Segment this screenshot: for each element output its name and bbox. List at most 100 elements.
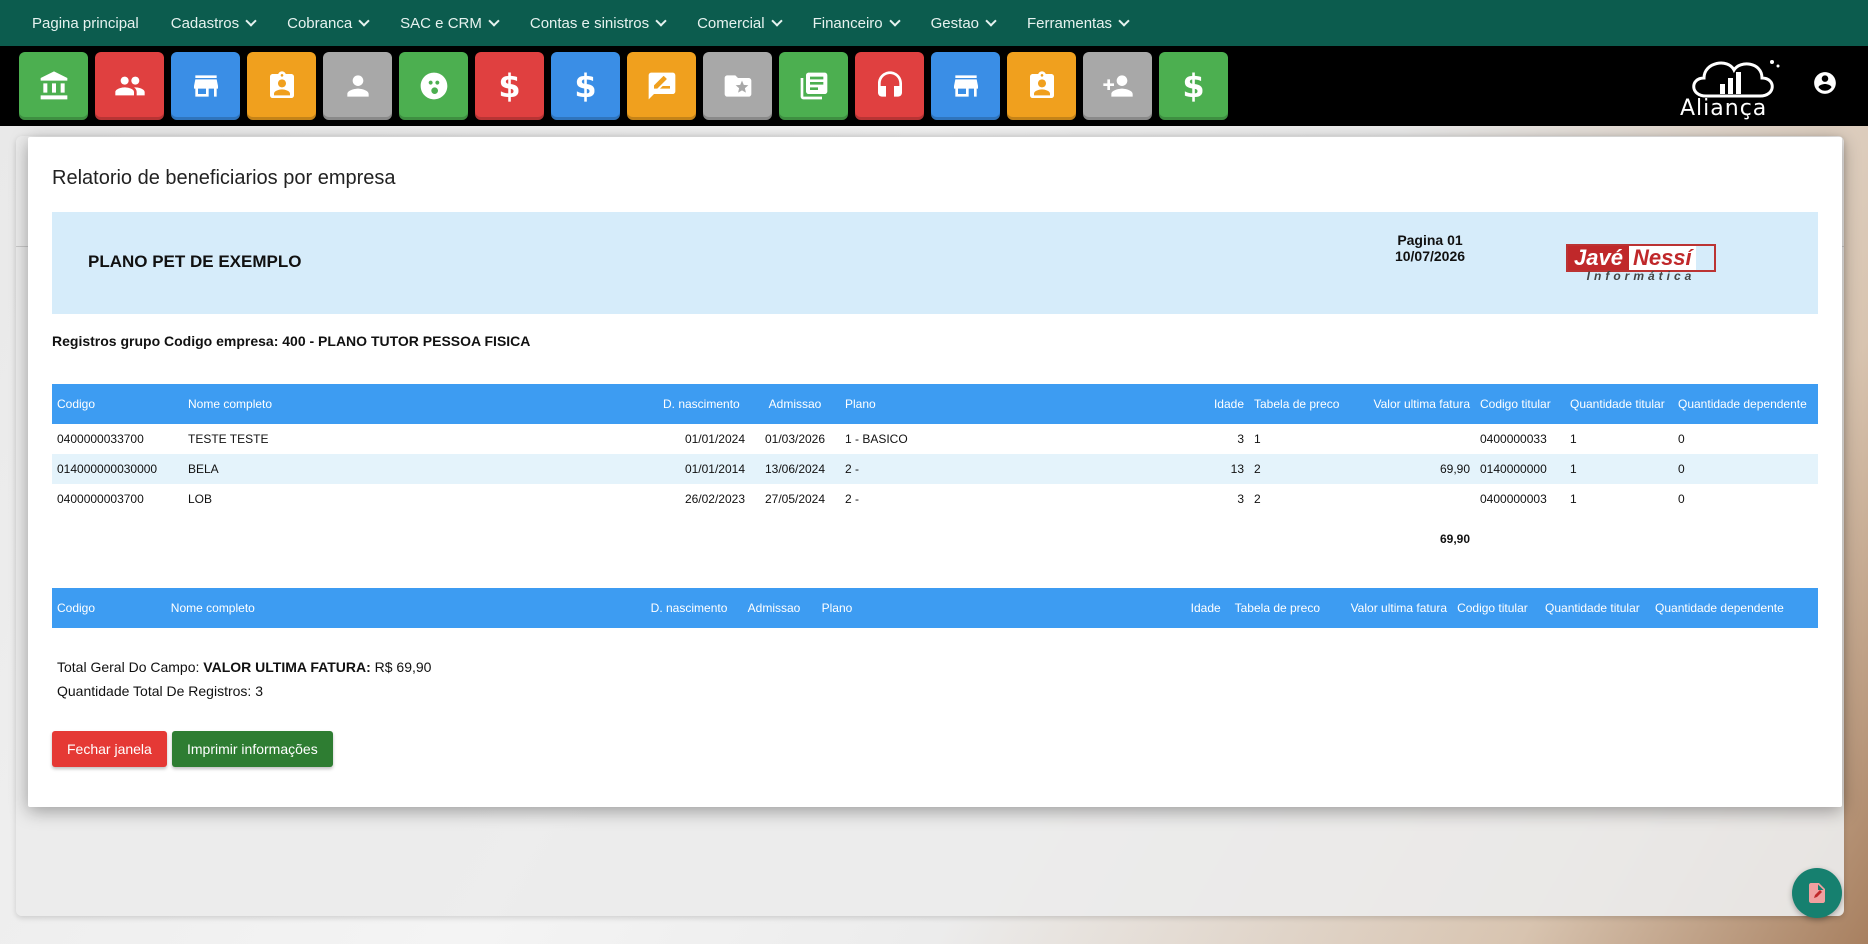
cell-tabela: 1	[1254, 432, 1261, 446]
nav-item-cobranca[interactable]: Cobranca	[287, 14, 370, 32]
rate-review-icon	[648, 72, 675, 100]
nav-label: Pagina principal	[32, 14, 139, 32]
summary-count-label: Quantidade Total De Registros:	[57, 683, 252, 699]
summary-total-line: Total Geral Do Campo: VALOR ULTIMA FATUR…	[57, 655, 431, 679]
cell-codigo: 014000000030000	[52, 454, 183, 484]
col-codigo[interactable]: Codigo	[52, 384, 183, 424]
col-qtd-dependente[interactable]: Quantidade dependente	[1673, 384, 1818, 424]
nav-item-sac-crm[interactable]: SAC e CRM	[400, 15, 500, 32]
nav-label: Ferramentas	[1027, 14, 1113, 32]
shortcut-reports[interactable]	[779, 52, 848, 120]
close-window-button[interactable]: Fechar janela	[52, 731, 167, 767]
footer-header-table: Codigo Nome completo D. nascimento Admis…	[52, 588, 1818, 628]
table-header-row: Codigo Nome completo D. nascimento Admis…	[52, 384, 1818, 424]
col-admissao[interactable]: Admissao	[750, 384, 840, 424]
nav-label: Gestao	[930, 14, 980, 32]
chevron-down-icon	[1118, 15, 1130, 27]
chevron-down-icon	[985, 15, 997, 27]
summary-total-label: Total Geral Do Campo:	[57, 659, 200, 675]
chevron-down-icon	[888, 15, 901, 27]
people-icon	[114, 76, 145, 96]
col-idade[interactable]: Idade	[1204, 384, 1249, 424]
col-nascimento[interactable]: D. nascimento	[658, 384, 750, 424]
col-nome[interactable]: Nome completo	[183, 384, 658, 424]
shortcut-support[interactable]	[855, 52, 924, 120]
col-tabela[interactable]: Tabela de preco	[1229, 588, 1346, 628]
logo-subtitle: Informática	[1586, 269, 1696, 283]
cell-nome: LOB	[188, 492, 213, 506]
summary-count-line: Quantidade Total De Registros: 3	[57, 679, 431, 703]
print-button[interactable]: Imprimir informações	[172, 731, 333, 767]
person-add-icon	[1102, 75, 1133, 97]
col-idade[interactable]: Idade	[1185, 588, 1230, 628]
shortcut-pets[interactable]	[399, 52, 468, 120]
col-valor[interactable]: Valor ultima fatura	[1359, 384, 1475, 424]
nav-item-ferramentas[interactable]: Ferramentas	[1027, 14, 1130, 32]
shortcut-badge[interactable]	[247, 52, 316, 120]
total-value: 69,90	[1439, 532, 1470, 546]
col-qtd-dependente[interactable]: Quantidade dependente	[1650, 588, 1818, 628]
nav-label: Cadastros	[170, 14, 240, 32]
headset-icon	[877, 71, 902, 97]
col-valor[interactable]: Valor ultima fatura	[1345, 588, 1453, 628]
store-icon	[193, 75, 218, 97]
nav-item-gestao[interactable]: Gestao	[930, 14, 997, 32]
cell-tabela: 2	[1254, 492, 1261, 506]
shortcut-folder[interactable]	[703, 52, 772, 120]
table-row[interactable]: 014000000030000 BELA 01/01/2014 13/06/20…	[52, 454, 1818, 484]
col-titular[interactable]: Codigo titular	[1475, 384, 1565, 424]
col-nascimento[interactable]: D. nascimento	[645, 588, 743, 628]
shortcut-badge-2[interactable]	[1007, 52, 1076, 120]
cell-nascimento: 26/02/2023	[684, 492, 745, 506]
col-titular[interactable]: Codigo titular	[1452, 588, 1541, 628]
cell-idade: 3	[1237, 432, 1244, 446]
col-qtd-titular[interactable]: Quantidade titular	[1565, 384, 1673, 424]
chevron-down-icon	[488, 15, 500, 27]
nav-label: Comercial	[697, 14, 765, 32]
badge-icon	[269, 71, 294, 98]
library-books-icon	[800, 72, 827, 100]
col-admissao[interactable]: Admissao	[742, 588, 817, 628]
cell-tabela: 2	[1249, 454, 1359, 484]
report-date: 10/07/2026	[1394, 248, 1466, 264]
cell-nascimento: 01/01/2014	[658, 454, 750, 484]
table-row[interactable]: 0400000033700 TESTE TESTE 01/01/2024 01/…	[52, 424, 1818, 454]
cell-qtd-titular: 1	[1570, 492, 1577, 506]
shortcut-toolbar: $ $ $	[0, 46, 1868, 126]
shortcut-billing-green[interactable]: $	[1159, 52, 1228, 120]
shortcut-store-2[interactable]	[931, 52, 1000, 120]
company-logo: Javé Nessí Informática	[1566, 244, 1716, 284]
shortcut-store[interactable]	[171, 52, 240, 120]
col-plano[interactable]: Plano	[840, 384, 1204, 424]
shortcut-bank[interactable]	[19, 52, 88, 120]
col-qtd-titular[interactable]: Quantidade titular	[1540, 588, 1651, 628]
account-circle-icon[interactable]	[1812, 70, 1838, 96]
chevron-down-icon	[770, 15, 783, 27]
cell-qtd-dependente: 0	[1678, 432, 1685, 446]
brand-logo: Aliança	[1676, 52, 1794, 122]
nav-item-financeiro[interactable]: Financeiro	[813, 15, 901, 32]
logo-part2: Nessí	[1628, 246, 1696, 270]
shortcut-review[interactable]	[627, 52, 696, 120]
nav-item-contas-sinistros[interactable]: Contas e sinistros	[530, 15, 667, 32]
col-codigo[interactable]: Codigo	[52, 588, 166, 628]
cell-titular: 0400000033	[1480, 432, 1547, 446]
shortcut-billing-blue[interactable]: $	[551, 52, 620, 120]
table-row[interactable]: 0400000003700 LOB 26/02/2023 27/05/2024 …	[52, 484, 1818, 514]
nav-item-pagina-principal[interactable]: Pagina principal	[32, 15, 139, 32]
dollar-icon: $	[574, 67, 597, 105]
nav-label: Cobranca	[287, 14, 353, 32]
shortcut-people[interactable]	[95, 52, 164, 120]
notes-fab-button[interactable]	[1792, 868, 1842, 918]
cloud-chart-icon	[1692, 60, 1780, 98]
shortcut-billing-red[interactable]: $	[475, 52, 544, 120]
summary-count-value: 3	[255, 683, 263, 699]
shortcut-add-person[interactable]	[1083, 52, 1152, 120]
cell-valor	[1359, 424, 1475, 454]
nav-item-cadastros[interactable]: Cadastros	[170, 14, 257, 32]
nav-item-comercial[interactable]: Comercial	[697, 14, 783, 32]
col-tabela[interactable]: Tabela de preco	[1249, 384, 1359, 424]
col-nome[interactable]: Nome completo	[165, 588, 646, 628]
shortcut-person[interactable]	[323, 52, 392, 120]
col-plano[interactable]: Plano	[816, 588, 1186, 628]
